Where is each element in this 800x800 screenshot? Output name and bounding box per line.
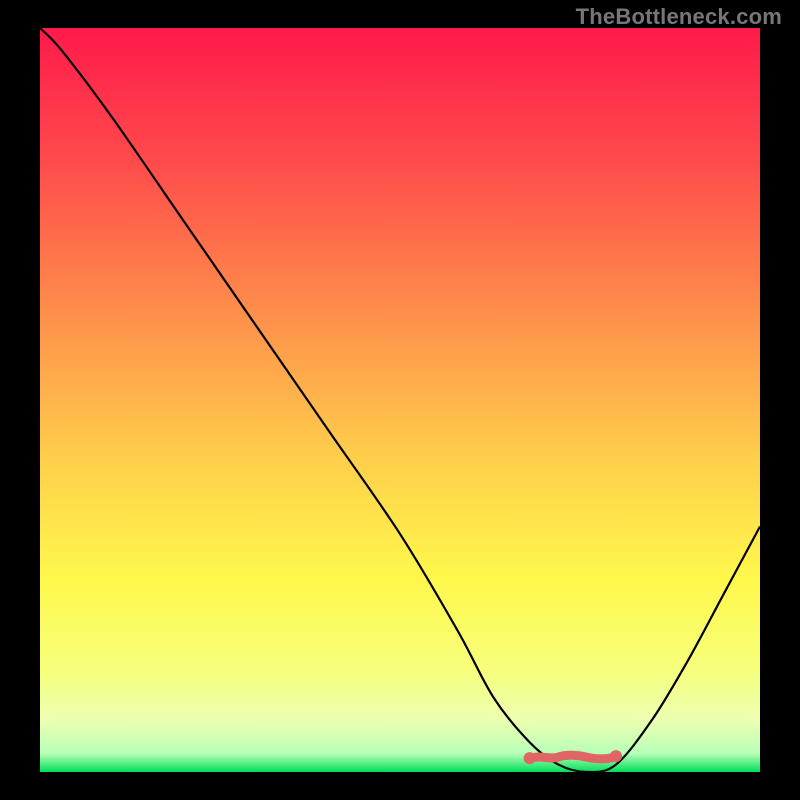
watermark-text: TheBottleneck.com: [576, 4, 782, 30]
optimal-range-marker: [530, 755, 616, 759]
optimal-range-start-dot: [524, 752, 536, 764]
plot-area: [40, 28, 760, 772]
chart-frame: TheBottleneck.com: [0, 0, 800, 800]
optimal-range-end-dot: [610, 750, 622, 762]
chart-canvas: [0, 0, 800, 800]
